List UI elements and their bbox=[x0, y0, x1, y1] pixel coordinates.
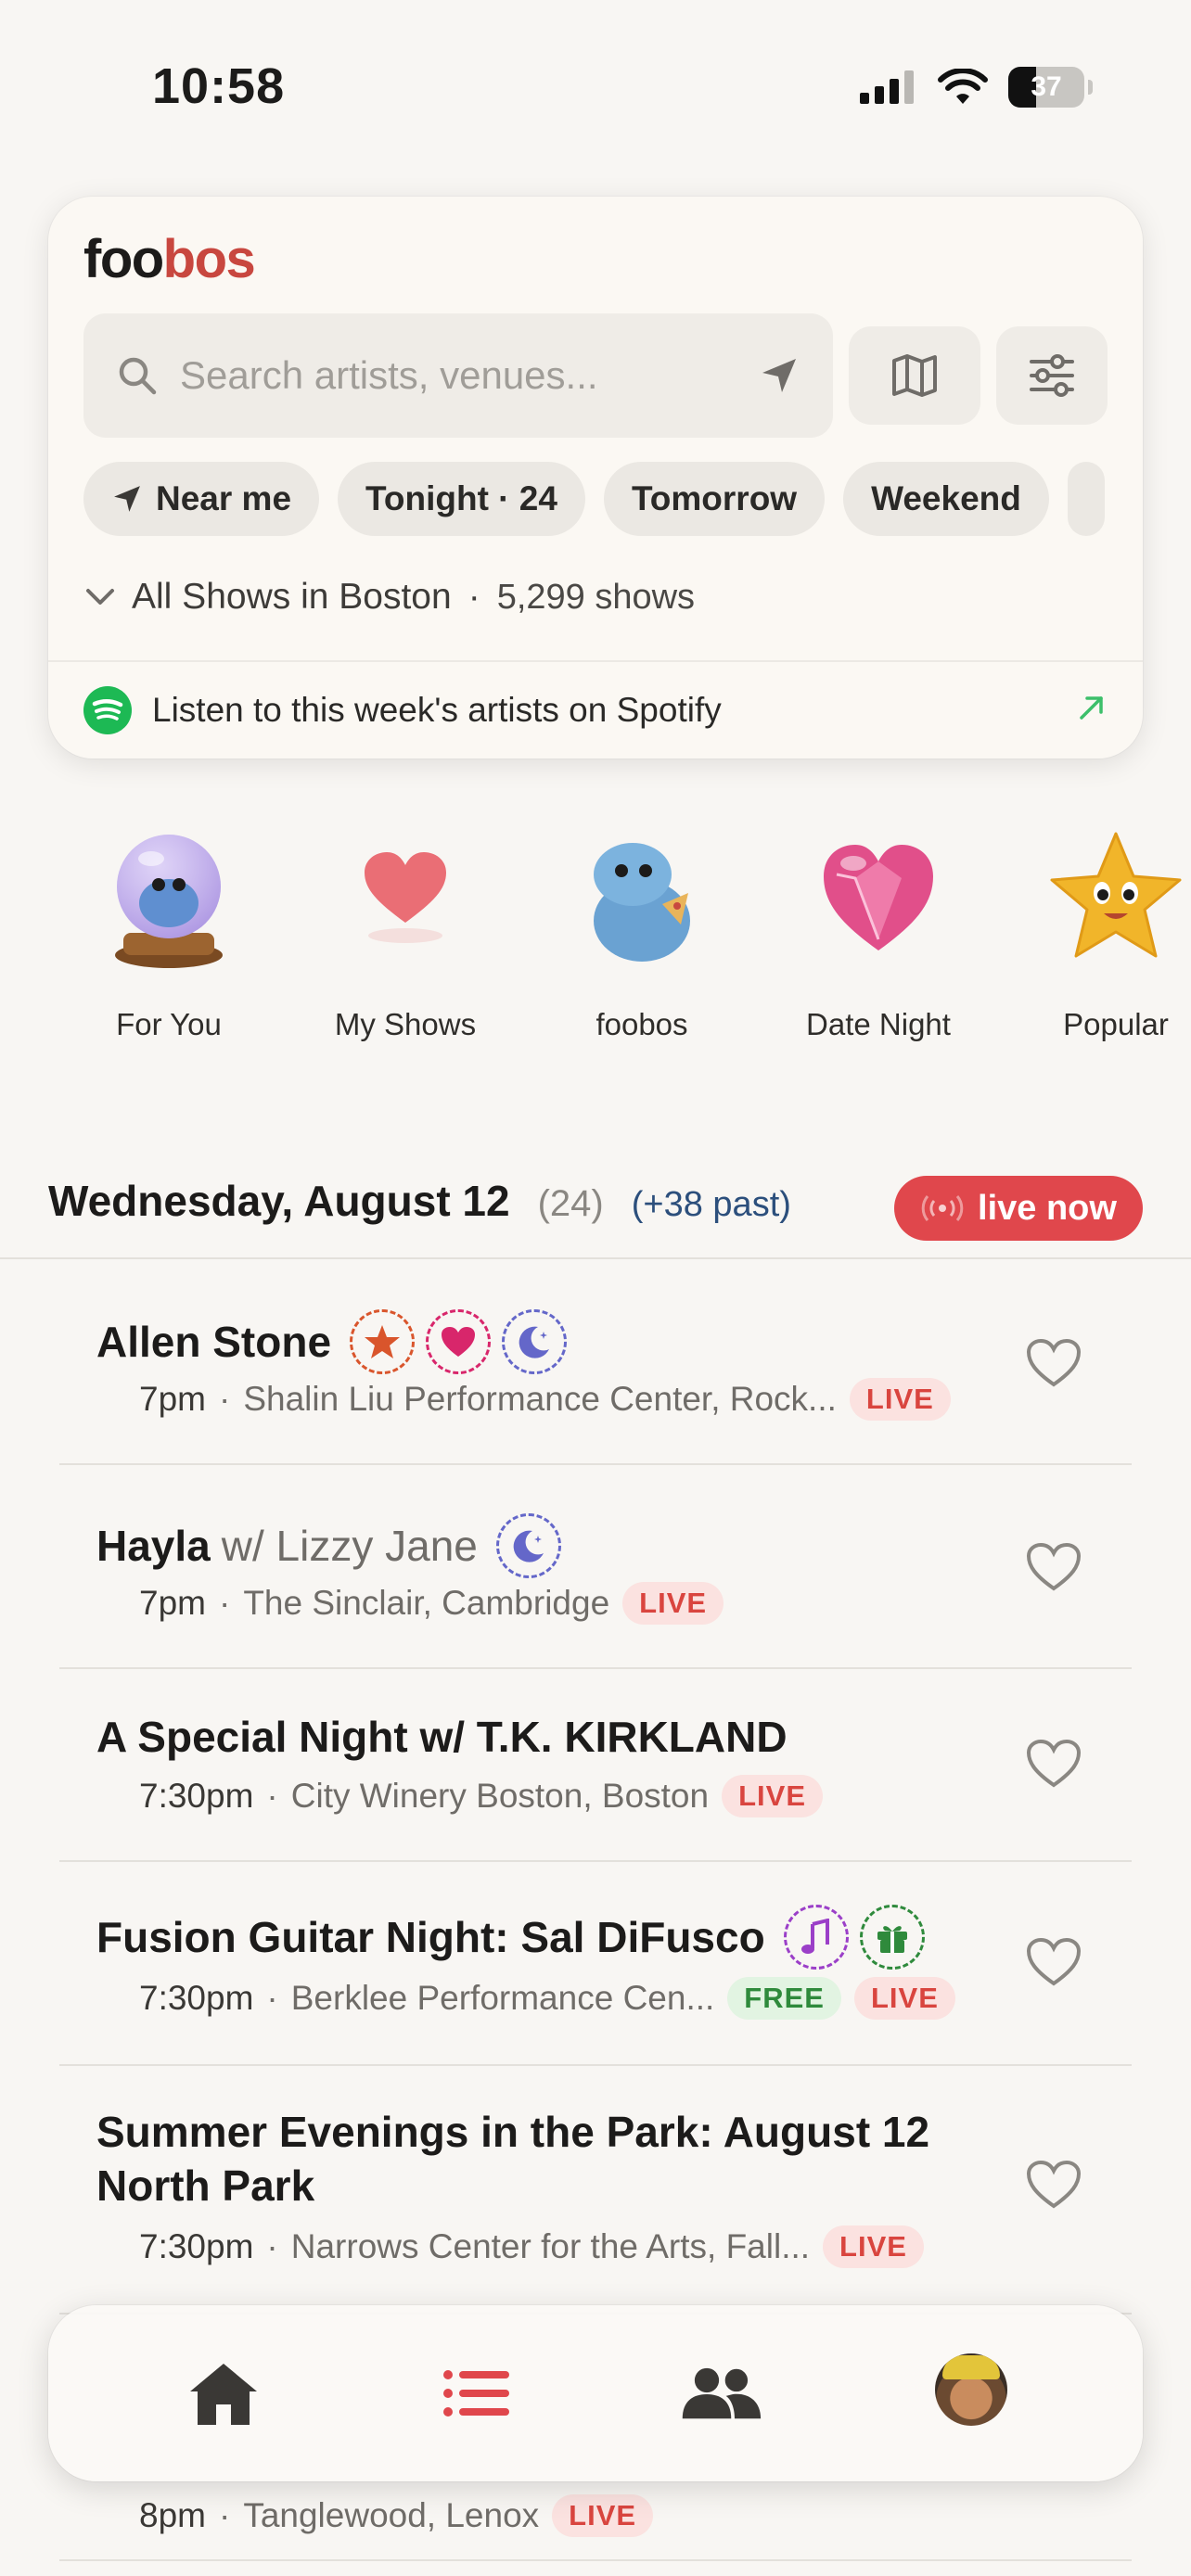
sliders-icon bbox=[1030, 354, 1074, 397]
search-input[interactable] bbox=[180, 353, 759, 398]
people-icon bbox=[682, 2367, 762, 2419]
category-for-you[interactable]: For You bbox=[67, 823, 271, 1042]
gem-heart-icon bbox=[804, 823, 953, 972]
chip-weekend[interactable]: Weekend bbox=[843, 462, 1049, 536]
heart-outline-icon bbox=[1026, 1739, 1082, 1788]
star-tag-icon bbox=[350, 1309, 416, 1374]
heart-icon bbox=[331, 823, 480, 972]
date-count: (24) bbox=[537, 1183, 604, 1224]
location-arrow-icon bbox=[114, 486, 140, 512]
status-icons: 37 bbox=[860, 67, 1093, 108]
event-row[interactable]: Fusion Guitar Night: Sal DiFusco 7:30pm ·… bbox=[59, 1862, 1132, 2066]
chip-tomorrow[interactable]: Tomorrow bbox=[603, 462, 826, 536]
live-badge: LIVE bbox=[552, 2494, 654, 2537]
event-row[interactable]: Allen Stone 7pm · Shalin Liu Performance C… bbox=[59, 1261, 1132, 1465]
location-arrow-icon[interactable] bbox=[759, 355, 800, 396]
crystal-ball-icon bbox=[95, 823, 243, 972]
star-face-icon bbox=[1042, 823, 1190, 972]
date-title: Wednesday, August 12 bbox=[48, 1177, 510, 1225]
event-title: Allen Stone bbox=[96, 1309, 568, 1374]
all-shows-toggle[interactable]: All Shows in Boston · 5,299 shows bbox=[85, 577, 695, 618]
live-badge: LIVE bbox=[853, 1977, 955, 2020]
wifi-icon bbox=[938, 69, 988, 104]
favorite-button[interactable] bbox=[1020, 2151, 1087, 2218]
heart-outline-icon bbox=[1026, 2160, 1082, 2209]
moon-tag-icon bbox=[495, 1513, 561, 1578]
gift-tag-icon bbox=[859, 1905, 925, 1970]
favorite-button[interactable] bbox=[1020, 1929, 1087, 1996]
search-icon bbox=[119, 357, 157, 395]
battery-icon: 37 bbox=[1008, 67, 1093, 108]
search-bar[interactable] bbox=[83, 313, 833, 438]
map-icon bbox=[892, 354, 937, 397]
date-header: Wednesday, August 12 (24) (+38 past) bbox=[48, 1176, 791, 1226]
heart-tag-icon bbox=[426, 1309, 492, 1374]
mascot-icon bbox=[568, 823, 716, 972]
event-meta: 7:30pm · Berklee Performance Cen... FREE L… bbox=[139, 1977, 955, 2020]
favorite-button[interactable] bbox=[1020, 1730, 1087, 1797]
event-title: A Special Night w/ T.K. KIRKLAND bbox=[96, 1713, 788, 1761]
tab-friends[interactable] bbox=[679, 2352, 762, 2435]
favorite-button[interactable] bbox=[1020, 1534, 1087, 1600]
event-meta: 7:30pm · Narrows Center for the Arts, Fall… bbox=[139, 2225, 924, 2268]
category-date-night[interactable]: Date Night bbox=[776, 823, 980, 1042]
list-icon bbox=[443, 2370, 509, 2417]
live-badge: LIVE bbox=[823, 2225, 924, 2268]
event-meta: 8pm · Tanglewood, Lenox LIVE bbox=[139, 2494, 654, 2537]
spotify-icon bbox=[83, 686, 132, 734]
tab-bar bbox=[48, 2305, 1143, 2481]
external-link-icon[interactable] bbox=[1076, 692, 1108, 723]
profile-avatar[interactable] bbox=[935, 2353, 1007, 2426]
live-now-button[interactable]: live now bbox=[894, 1176, 1143, 1241]
chip-near-me[interactable]: Near me bbox=[83, 462, 320, 536]
past-shows-link[interactable]: (+38 past) bbox=[632, 1185, 791, 1225]
card-divider bbox=[48, 660, 1143, 662]
event-title: Hayla w/ Lizzy Jane bbox=[96, 1513, 561, 1578]
spotify-link[interactable]: Listen to this week's artists on Spotify bbox=[83, 686, 722, 734]
category-my-shows[interactable]: My Shows bbox=[303, 823, 507, 1042]
chip-tonight[interactable]: Tonight · 24 bbox=[338, 462, 585, 536]
signal-icon bbox=[860, 70, 914, 104]
broadcast-icon bbox=[921, 1195, 964, 1221]
event-title: Summer Evenings in the Park: August 12 N… bbox=[96, 2108, 930, 2210]
search-card: foobos Near me Tonight · 24 Tomorrow Wee… bbox=[48, 197, 1143, 759]
app-logo: foobos bbox=[83, 229, 256, 289]
tab-home[interactable] bbox=[182, 2352, 265, 2435]
filter-button[interactable] bbox=[996, 326, 1108, 425]
favorite-button[interactable] bbox=[1020, 1330, 1087, 1396]
live-badge: LIVE bbox=[849, 1378, 951, 1421]
event-meta: 7pm · Shalin Liu Performance Center, Rock.… bbox=[139, 1378, 951, 1421]
tab-list[interactable] bbox=[434, 2352, 518, 2435]
event-title: Fusion Guitar Night: Sal DiFusco bbox=[96, 1905, 925, 1970]
map-button[interactable] bbox=[849, 326, 980, 425]
chevron-down-icon bbox=[86, 589, 114, 605]
category-foobos[interactable]: foobos bbox=[540, 823, 744, 1042]
live-badge: LIVE bbox=[622, 1582, 724, 1625]
heart-outline-icon bbox=[1026, 1542, 1082, 1591]
event-meta: 7pm · The Sinclair, Cambridge LIVE bbox=[139, 1582, 724, 1625]
filter-chips: Near me Tonight · 24 Tomorrow Weekend bbox=[83, 462, 1143, 536]
event-row[interactable]: A Special Night w/ T.K. KIRKLAND 7:30pm ·… bbox=[59, 1669, 1132, 1862]
header-divider bbox=[0, 1257, 1191, 1259]
home-icon bbox=[190, 2364, 257, 2425]
heart-outline-icon bbox=[1026, 1338, 1082, 1387]
moon-tag-icon bbox=[502, 1309, 568, 1374]
event-row[interactable]: Summer Evenings in the Park: August 12 N… bbox=[59, 2066, 1132, 2315]
event-row[interactable]: Hayla w/ Lizzy Jane 7pm · The Sinclair, Ca… bbox=[59, 1465, 1132, 1669]
category-popular[interactable]: Popular bbox=[1014, 823, 1191, 1042]
free-badge: FREE bbox=[727, 1977, 841, 2020]
live-badge: LIVE bbox=[722, 1775, 823, 1817]
heart-outline-icon bbox=[1026, 1937, 1082, 1986]
event-meta: 7:30pm · City Winery Boston, Boston LIVE bbox=[139, 1775, 823, 1817]
music-tag-icon bbox=[783, 1905, 849, 1970]
chip-more[interactable] bbox=[1067, 462, 1105, 536]
status-time: 10:58 bbox=[152, 58, 286, 114]
category-row: For You My Shows foobos Date Night Popul… bbox=[0, 823, 1191, 1065]
